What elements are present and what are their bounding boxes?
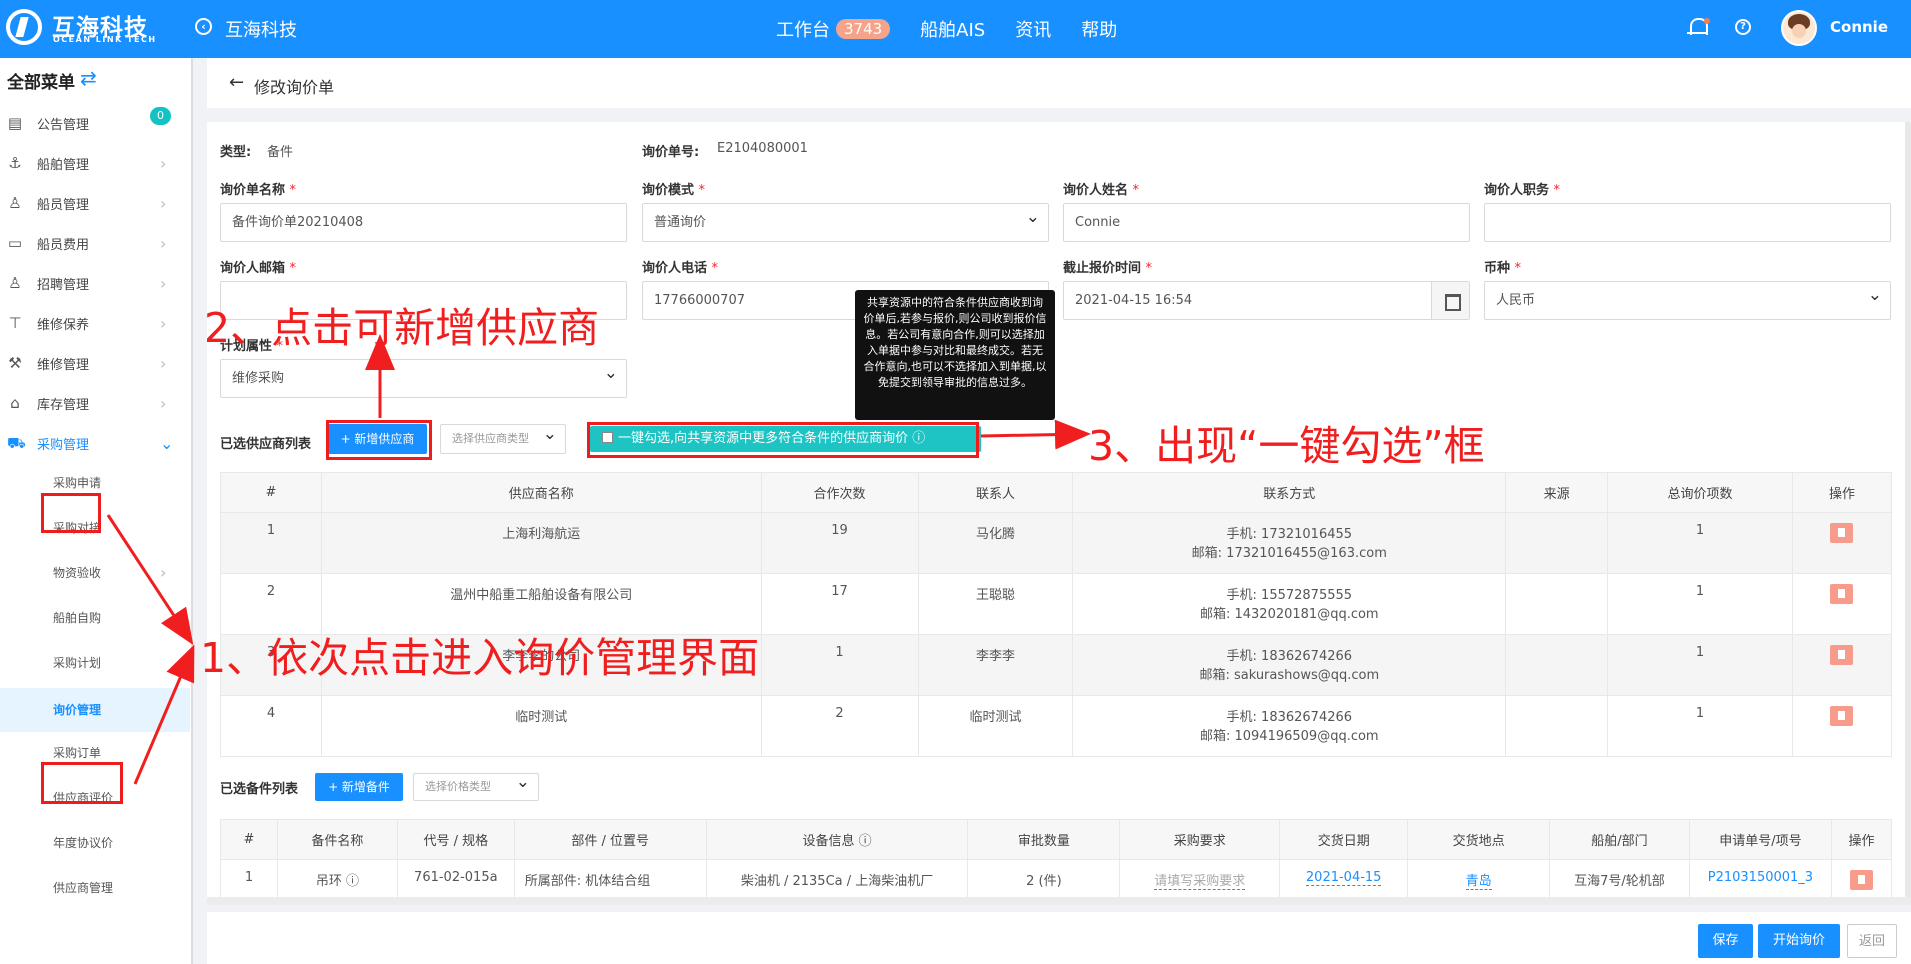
arrow-1b [133,644,195,785]
annotation-step-1: 1、依次点击进入询价管理界面 [200,634,760,682]
annotation-arrows [106,334,1091,785]
annotation-step-2: 2、点击可新增供应商 [204,304,600,352]
arrow-3 [980,419,1091,450]
arrow-1a [106,514,194,646]
annotation-step-3: 3、出现“一键勾选”框 [1088,422,1485,470]
